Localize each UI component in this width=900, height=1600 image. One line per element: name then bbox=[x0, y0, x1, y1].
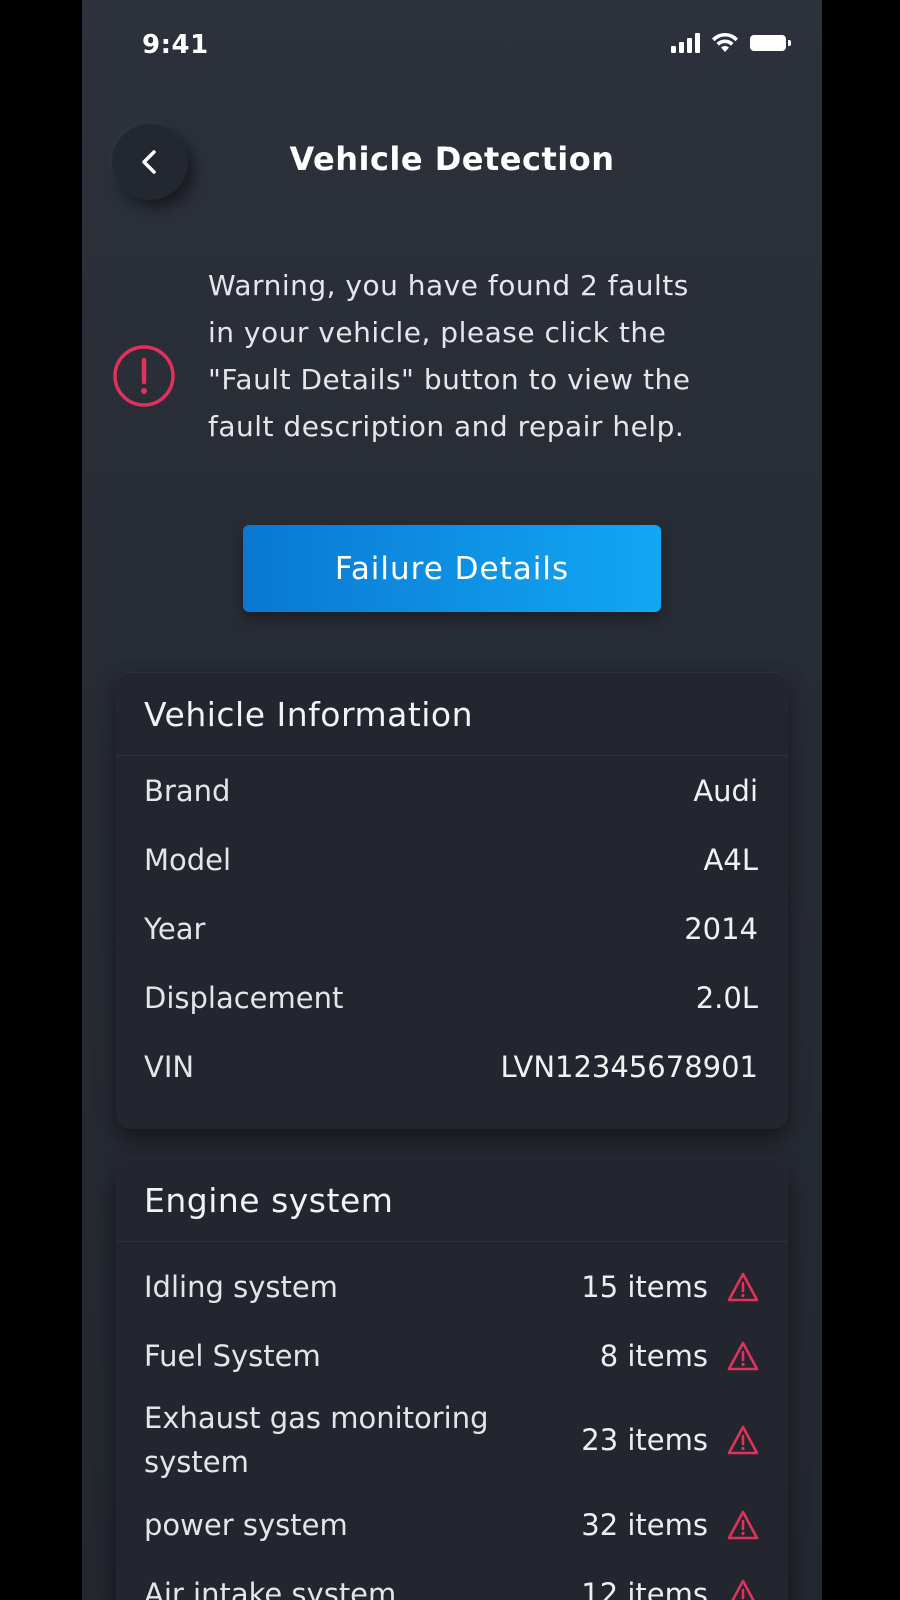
info-value: Audi bbox=[693, 773, 758, 808]
info-label: Year bbox=[144, 911, 206, 946]
failure-details-button[interactable]: Failure Details bbox=[243, 525, 661, 612]
system-label: power system bbox=[144, 1507, 348, 1542]
phone-screen: 9:41 Vehicle Detection Warning, you have… bbox=[82, 0, 822, 1600]
system-count: 15 items bbox=[581, 1269, 708, 1304]
exclamation-circle-icon bbox=[113, 345, 175, 407]
info-value: LVN12345678901 bbox=[500, 1049, 758, 1084]
system-label: Air intake system bbox=[144, 1576, 397, 1600]
status-bar: 9:41 bbox=[82, 0, 822, 90]
engine-system-title: Engine system bbox=[116, 1159, 788, 1242]
system-count: 12 items bbox=[581, 1576, 708, 1600]
system-count: 8 items bbox=[599, 1338, 708, 1373]
system-label: Fuel System bbox=[144, 1338, 321, 1373]
info-row-year: Year 2014 bbox=[116, 894, 788, 963]
engine-system-list: Idling system 15 items Fuel System 8 ite… bbox=[116, 1242, 788, 1600]
info-label: VIN bbox=[144, 1049, 195, 1084]
info-row-model: Model A4L bbox=[116, 825, 788, 894]
system-count: 23 items bbox=[581, 1423, 708, 1457]
info-value: 2.0L bbox=[695, 980, 758, 1015]
system-row-idling[interactable]: Idling system 15 items bbox=[116, 1252, 788, 1321]
warning-message: Warning, you have found 2 faults in your… bbox=[208, 262, 778, 450]
wifi-icon bbox=[712, 32, 738, 52]
warning-triangle-icon bbox=[727, 1510, 759, 1539]
info-label: Displacement bbox=[144, 980, 344, 1015]
info-label: Model bbox=[144, 842, 232, 877]
warning-triangle-icon bbox=[727, 1425, 759, 1455]
warning-triangle-icon bbox=[727, 1341, 759, 1370]
battery-icon bbox=[750, 35, 791, 51]
info-value: A4L bbox=[703, 842, 758, 877]
system-row-power[interactable]: power system 32 items bbox=[116, 1490, 788, 1559]
info-row-displacement: Displacement 2.0L bbox=[116, 963, 788, 1032]
warning-line: Warning, you have found 2 faults bbox=[208, 269, 689, 302]
status-icons bbox=[671, 32, 791, 54]
warning-triangle-icon bbox=[727, 1272, 759, 1301]
warning-line: fault description and repair help. bbox=[208, 410, 685, 443]
warning-line: in your vehicle, please click the bbox=[208, 316, 667, 349]
info-row-brand: Brand Audi bbox=[116, 756, 788, 825]
system-count: 32 items bbox=[581, 1507, 708, 1542]
vehicle-information-card: Vehicle Information Brand Audi Model A4L… bbox=[116, 673, 788, 1129]
system-label: Idling system bbox=[144, 1269, 338, 1304]
system-row-fuel[interactable]: Fuel System 8 items bbox=[116, 1321, 788, 1390]
engine-system-card: Engine system Idling system 15 items Fue… bbox=[116, 1159, 788, 1600]
system-row-exhaust[interactable]: Exhaust gas monitoring system 23 items bbox=[116, 1390, 788, 1490]
info-row-vin: VIN LVN12345678901 bbox=[116, 1032, 788, 1101]
cellular-signal-icon bbox=[671, 33, 700, 53]
warning-line: "Fault Details" button to view the bbox=[208, 363, 691, 396]
info-value: 2014 bbox=[684, 911, 758, 946]
info-label: Brand bbox=[144, 773, 231, 808]
vehicle-information-title: Vehicle Information bbox=[116, 673, 788, 756]
page-title: Vehicle Detection bbox=[289, 140, 615, 178]
system-label: Exhaust gas monitoring system bbox=[144, 1401, 489, 1479]
status-time: 9:41 bbox=[142, 30, 209, 60]
system-row-air-intake[interactable]: Air intake system 12 items bbox=[116, 1559, 788, 1600]
warning-triangle-icon bbox=[731, 1579, 755, 1600]
